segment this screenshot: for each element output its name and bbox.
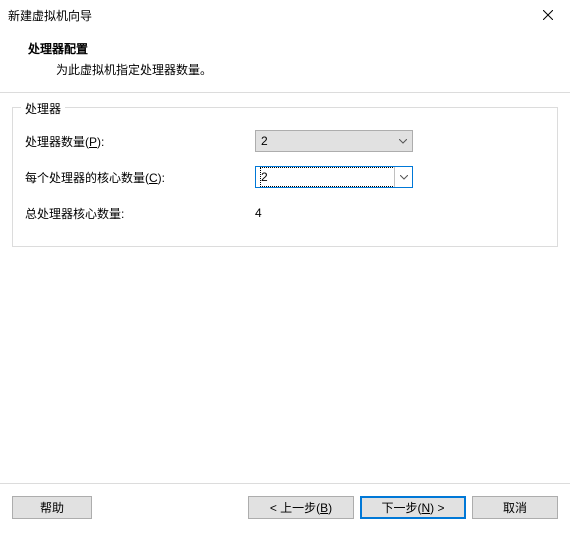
- back-button[interactable]: < 上一步(B): [248, 496, 354, 519]
- chevron-down-icon: [394, 131, 412, 151]
- content-area: 处理器 处理器数量(P): 2 每个处理器的核心数量(C): 2: [0, 93, 570, 483]
- total-value: 4: [255, 206, 262, 220]
- titlebar: 新建虚拟机向导: [0, 0, 570, 30]
- processors-combo[interactable]: 2: [255, 130, 413, 152]
- cores-combo-value: 2: [261, 168, 394, 186]
- total-row: 总处理器核心数量: 4: [25, 198, 545, 228]
- page-subtitle: 为此虚拟机指定处理器数量。: [0, 57, 570, 78]
- cancel-button[interactable]: 取消: [472, 496, 558, 519]
- close-button[interactable]: [525, 0, 570, 30]
- help-button[interactable]: 帮助: [12, 496, 92, 519]
- processors-group: 处理器 处理器数量(P): 2 每个处理器的核心数量(C): 2: [12, 107, 558, 247]
- group-legend: 处理器: [21, 100, 65, 117]
- footer: 帮助 < 上一步(B) 下一步(N) > 取消: [0, 483, 570, 531]
- cores-combo[interactable]: 2: [255, 166, 413, 188]
- processors-combo-value: 2: [261, 132, 394, 150]
- close-icon: [543, 10, 553, 20]
- next-button[interactable]: 下一步(N) >: [360, 496, 466, 519]
- page-title: 处理器配置: [0, 40, 570, 57]
- wizard-header: 处理器配置 为此虚拟机指定处理器数量。: [0, 30, 570, 92]
- cores-label: 每个处理器的核心数量(C):: [25, 169, 255, 186]
- window-title: 新建虚拟机向导: [8, 7, 525, 24]
- cores-row: 每个处理器的核心数量(C): 2: [25, 162, 545, 192]
- processors-label: 处理器数量(P):: [25, 133, 255, 150]
- processors-row: 处理器数量(P): 2: [25, 126, 545, 156]
- chevron-down-icon: [394, 167, 412, 187]
- total-label: 总处理器核心数量:: [25, 205, 255, 222]
